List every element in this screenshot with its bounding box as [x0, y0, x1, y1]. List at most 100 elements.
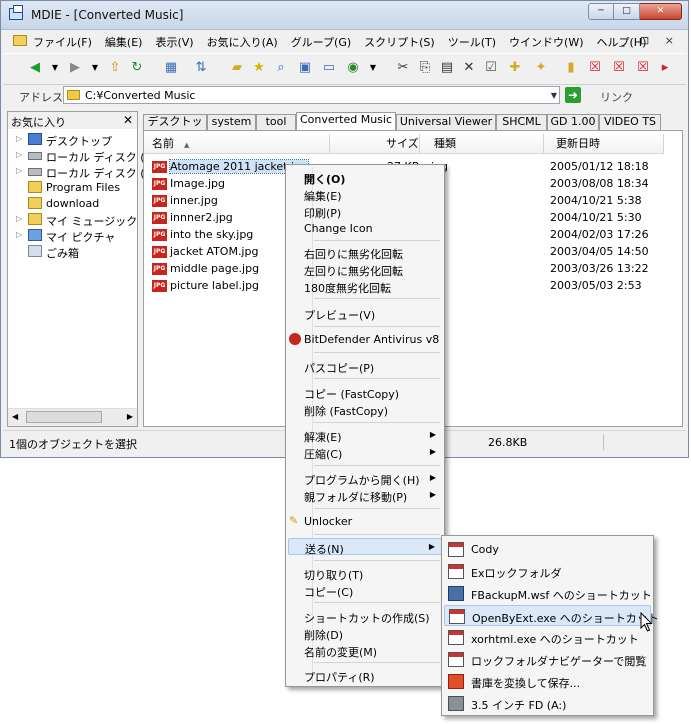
menu-fastcopy-delete[interactable]: 削除 (FastCopy) — [288, 401, 442, 418]
new-folder-icon[interactable]: ✚ — [507, 60, 523, 76]
refresh-icon[interactable]: ↻ — [129, 60, 145, 76]
tree-item[interactable]: download — [8, 196, 138, 212]
tools-icon[interactable]: ▸ — [657, 60, 673, 76]
globe-icon[interactable]: ◉ — [345, 60, 361, 76]
send-to-item[interactable]: OpenByExt.exe へのショートカット — [444, 605, 659, 626]
menu-item[interactable]: グループ(G) — [291, 34, 351, 50]
menu-bitdefender[interactable]: BitDefender Antivirus v8 — [288, 331, 442, 348]
send-to-item[interactable]: ロックフォルダナビゲーターで閲覧 — [444, 649, 651, 670]
scroll-thumb[interactable] — [26, 411, 102, 423]
folder-tab[interactable]: VIDEO TS — [599, 114, 661, 130]
open-folder-icon[interactable]: ▰ — [229, 60, 245, 76]
lock-icon[interactable]: ▮ — [563, 60, 579, 76]
horizontal-scrollbar[interactable]: ◀ ▶ — [8, 408, 137, 426]
menu-item[interactable]: ツール(T) — [448, 34, 496, 50]
expand-icon[interactable]: ▷ — [16, 166, 22, 175]
menu-properties[interactable]: プロパティ(R) — [288, 667, 442, 684]
search-icon[interactable]: ⌕ — [273, 60, 289, 76]
expand-icon[interactable]: ▷ — [16, 214, 22, 223]
send-to-item[interactable]: Cody — [444, 539, 651, 560]
menu-preview[interactable]: プレビュー(V) — [288, 305, 442, 322]
scroll-left-icon[interactable]: ◀ — [12, 412, 18, 421]
menu-open-with[interactable]: プログラムから開く(H) ▶ — [288, 470, 442, 487]
send-to-item[interactable]: Exロックフォルダ — [444, 561, 651, 582]
folder-tab[interactable]: system — [207, 114, 256, 130]
expand-icon[interactable]: ▷ — [16, 230, 22, 239]
send-to-item[interactable]: 3.5 インチ FD (A:) — [444, 693, 651, 714]
menu-item[interactable]: 表示(V) — [155, 34, 193, 50]
folder-tab[interactable]: GD 1.00 — [547, 114, 599, 130]
paste-icon[interactable]: ▤ — [439, 60, 455, 76]
menu-item[interactable]: お気に入り(A) — [207, 34, 278, 50]
folder-tab[interactable]: Universal Viewer — [396, 114, 496, 130]
menu-rotate-right[interactable]: 右回りに無劣化回転 — [288, 244, 442, 261]
expand-icon[interactable]: ▷ — [16, 150, 22, 159]
view-mode-icon[interactable]: ▦ — [163, 60, 179, 76]
menu-print[interactable]: 印刷(P) — [288, 203, 442, 220]
chevron-down-icon[interactable]: ▼ — [551, 91, 557, 100]
tree-item[interactable]: ▷ マイ ピクチャ — [8, 228, 138, 244]
tree-item[interactable]: ごみ箱 — [8, 244, 138, 260]
menu-unlocker[interactable]: ✎ Unlocker — [288, 513, 442, 530]
close-button[interactable]: ✕ — [640, 3, 682, 20]
menu-compress[interactable]: 圧縮(C) ▶ — [288, 444, 442, 461]
forward-icon[interactable]: ▶ — [67, 60, 83, 76]
up-folder-icon[interactable]: ⇧ — [107, 60, 123, 76]
menu-rotate-left[interactable]: 左回りに無劣化回転 — [288, 261, 442, 278]
thumbnail-icon[interactable]: ▣ — [297, 60, 313, 76]
column-size[interactable]: サイズ — [330, 134, 420, 154]
menu-open[interactable]: 開く(O) — [288, 169, 442, 186]
menu-item[interactable]: ファイル(F) — [33, 34, 92, 50]
forward-dropdown-icon[interactable]: ▼ — [87, 60, 103, 76]
close-all-icon[interactable]: ☒ — [611, 60, 627, 76]
sparkle-icon[interactable]: ✦ — [533, 60, 549, 76]
menu-create-shortcut[interactable]: ショートカットの作成(S) — [288, 608, 442, 625]
menu-item[interactable]: スクリプト(S) — [364, 34, 435, 50]
menu-path-copy[interactable]: パスコピー(P) — [288, 358, 442, 375]
menu-cut[interactable]: 切り取り(T) — [288, 565, 442, 582]
close-tab-icon[interactable]: ☒ — [587, 60, 603, 76]
column-name[interactable]: 名前 ▲ — [144, 134, 330, 154]
back-icon[interactable]: ◀ — [27, 60, 43, 76]
folder-tab[interactable]: tool — [256, 114, 296, 130]
links-label[interactable]: リンク — [600, 89, 633, 105]
menu-rename[interactable]: 名前の変更(M) — [288, 642, 442, 659]
tree-item[interactable]: ▷ ローカル ディスク ( — [8, 164, 145, 180]
tree-item[interactable]: Program Files — [8, 180, 138, 196]
menu-edit[interactable]: 編集(E) — [288, 186, 442, 203]
folder-tab[interactable]: SHCML — [496, 114, 547, 130]
mdi-child-buttons[interactable]: _ ⊡ × — [619, 34, 680, 47]
send-to-item[interactable]: xorhtml.exe へのショートカット — [444, 627, 651, 648]
menu-copy[interactable]: コピー(C) — [288, 582, 442, 599]
globe-dropdown-icon[interactable]: ▼ — [365, 60, 381, 76]
tree-item[interactable]: ▷ マイ ミュージック — [8, 212, 138, 228]
back-dropdown-icon[interactable]: ▼ — [47, 60, 63, 76]
copy-icon[interactable]: ⎘ — [417, 60, 433, 76]
menu-change-icon[interactable]: Change Icon — [288, 220, 442, 237]
go-arrow-icon[interactable]: ➜ — [565, 87, 581, 103]
menu-move-to-parent[interactable]: 親フォルダに移動(P) ▶ — [288, 487, 442, 504]
menu-send-to[interactable]: 送る(N) ▶ — [288, 538, 442, 556]
column-type[interactable]: 種類 — [420, 134, 544, 154]
close-others-icon[interactable]: ☒ — [635, 60, 651, 76]
menu-item[interactable]: ウインドウ(W) — [509, 34, 583, 50]
expand-icon[interactable]: ▷ — [16, 134, 22, 143]
screen-icon[interactable]: ▭ — [321, 60, 337, 76]
menu-rotate-180[interactable]: 180度無劣化回転 — [288, 278, 442, 295]
minimize-button[interactable]: ─ — [588, 3, 614, 20]
title-bar[interactable]: MDIE - [Converted Music] ─ □ ✕ — [1, 1, 688, 30]
menu-delete[interactable]: 削除(D) — [288, 625, 442, 642]
menu-extract[interactable]: 解凍(E) ▶ — [288, 427, 442, 444]
folder-tab[interactable]: デスクトップ — [143, 114, 207, 142]
delete-icon[interactable]: ✕ — [461, 60, 477, 76]
tree-item[interactable]: ▷ デスクトップ — [8, 132, 138, 148]
scroll-right-icon[interactable]: ▶ — [127, 412, 133, 421]
close-icon[interactable]: ✕ — [123, 113, 133, 127]
address-input[interactable]: C:¥Converted Music ▼ — [63, 86, 560, 104]
send-to-item[interactable]: 書庫を変換して保存... — [444, 671, 651, 692]
sort-icon[interactable]: ⇅ — [193, 60, 209, 76]
column-modified[interactable]: 更新日時 — [544, 134, 664, 154]
menu-fastcopy-copy[interactable]: コピー (FastCopy) — [288, 384, 442, 401]
cut-icon[interactable]: ✂ — [395, 60, 411, 76]
folder-tab[interactable]: Converted Music — [296, 112, 396, 131]
